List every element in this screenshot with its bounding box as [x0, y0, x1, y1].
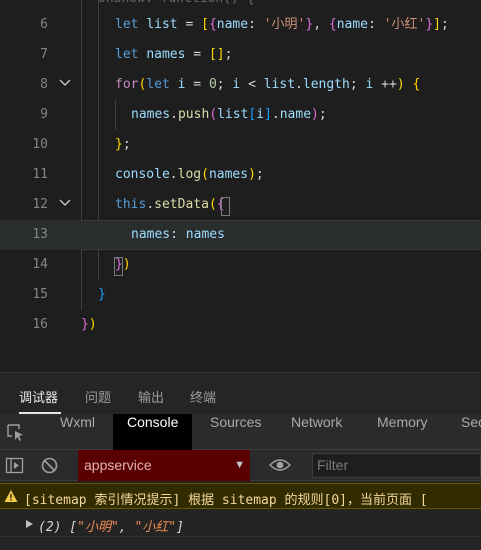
keyword-token: let — [146, 77, 170, 92]
fold-chevron-icon[interactable] — [58, 196, 72, 210]
keyword-token: let — [115, 17, 139, 32]
code-line[interactable]: 16 }) — [0, 310, 481, 340]
line-number: 14 — [32, 257, 48, 272]
code-line[interactable]: 10 }; — [0, 130, 481, 160]
panel-tab-bar: 调试器 问题 输出 终端 — [0, 372, 481, 414]
code-line-current[interactable]: 13 names: names — [0, 220, 481, 250]
property-token: name — [336, 17, 369, 32]
tab-output[interactable]: 输出 — [138, 387, 164, 406]
bracket-match-highlight — [221, 197, 230, 216]
log-separator: , — [118, 520, 135, 535]
variable-token: names — [185, 227, 225, 242]
code-editor[interactable]: onShow: function() { 6 let list = [{name… — [0, 0, 481, 372]
tab-memory[interactable]: Memory — [377, 414, 428, 450]
code-line[interactable]: 15 } — [0, 280, 481, 310]
line-number: 11 — [32, 167, 48, 182]
tab-console[interactable]: Console — [113, 414, 193, 450]
code-line[interactable]: 11 console.log(names); — [0, 160, 481, 190]
filter-placeholder: Filter — [317, 457, 349, 473]
number-token: 0 — [208, 77, 217, 92]
code-line-5-partial: onShow: function() { — [98, 0, 255, 7]
console-warning-row[interactable]: [sitemap 索引情况提示] 根据 sitemap 的规则[0]，当前页面 … — [0, 483, 481, 509]
keyword-token: for — [115, 77, 139, 92]
variable-token: i — [256, 107, 265, 122]
expand-triangle-icon[interactable] — [25, 519, 34, 529]
tab-debugger[interactable]: 调试器 — [19, 387, 58, 406]
variable-token: names — [208, 167, 249, 182]
code-line[interactable]: 14 }) — [0, 250, 481, 280]
fold-chevron-icon[interactable] — [58, 76, 72, 90]
log-suffix: ] — [176, 520, 184, 535]
console-toolbar: appservice ▼ Filter — [0, 450, 481, 481]
variable-token: list — [217, 107, 249, 122]
property-token: names — [131, 227, 171, 242]
console-output: [sitemap 索引情况提示] 根据 sitemap 的规则[0]，当前页面 … — [0, 481, 481, 550]
console-log-row[interactable]: (2) ["小明", "小红"] — [0, 511, 481, 537]
code-line[interactable]: 9 names.push(list[i].name); — [0, 100, 481, 130]
warning-icon — [4, 490, 18, 502]
dropdown-arrow-icon: ▼ — [234, 459, 245, 471]
variable-token: console — [115, 167, 170, 182]
string-token: '小明' — [263, 17, 306, 32]
log-prefix: (2) [ — [38, 520, 78, 535]
string-token: '小红' — [383, 17, 426, 32]
code-line[interactable]: 12 this.setData({ — [0, 190, 481, 220]
line-number: 8 — [40, 77, 48, 92]
property-token: length — [302, 77, 350, 92]
line-number: 6 — [40, 17, 48, 32]
tab-network[interactable]: Network — [291, 414, 342, 450]
log-string-value: "小红" — [134, 520, 177, 535]
property-token: name — [279, 107, 312, 122]
tab-security[interactable]: Sec — [461, 414, 481, 450]
devtools-tab-bar: Wxml Console Sources Network Memory Sec — [0, 414, 481, 450]
function-token: setData — [154, 197, 209, 212]
line-number: 7 — [40, 47, 48, 62]
variable-token: list — [263, 77, 296, 92]
warning-message: [sitemap 索引情况提示] 根据 sitemap 的规则[0]，当前页面 … — [24, 493, 428, 508]
tab-problems[interactable]: 问题 — [85, 387, 111, 406]
context-select-value: appservice — [84, 457, 152, 473]
filter-input[interactable]: Filter — [312, 453, 481, 478]
line-number: 13 — [32, 227, 48, 242]
tab-terminal[interactable]: 终端 — [190, 387, 216, 406]
code-line[interactable]: 8 for(let i = 0; i < list.length; i ++) … — [0, 70, 481, 100]
variable-token: names — [146, 47, 186, 62]
context-select[interactable]: appservice ▼ — [78, 450, 250, 481]
line-number: 9 — [40, 107, 48, 122]
code-line[interactable]: 6 let list = [{name: '小明'}, {name: '小红'}… — [0, 10, 481, 40]
bracket-match-highlight — [114, 257, 123, 276]
sidebar-toggle-icon[interactable] — [5, 456, 24, 475]
clear-console-icon[interactable] — [40, 456, 59, 475]
keyword-token: let — [115, 47, 139, 62]
code-line[interactable]: 7 let names = []; — [0, 40, 481, 70]
log-string-value: "小明" — [77, 520, 119, 535]
variable-token: list — [146, 17, 178, 32]
line-number: 10 — [32, 137, 48, 152]
keyword-token: this — [115, 197, 147, 212]
line-number: 12 — [32, 197, 48, 212]
tab-wxml[interactable]: Wxml — [60, 414, 95, 450]
variable-token: names — [131, 107, 171, 122]
property-token: name — [216, 17, 249, 32]
inspect-element-icon[interactable] — [6, 423, 26, 443]
function-token: log — [177, 167, 202, 182]
log-array-preview: (2) ["小明", "小红"] — [38, 516, 184, 535]
eye-icon[interactable] — [269, 457, 291, 473]
function-token: push — [177, 107, 210, 122]
line-number: 16 — [32, 317, 48, 332]
tab-sources[interactable]: Sources — [210, 414, 261, 450]
line-number: 15 — [32, 287, 48, 302]
